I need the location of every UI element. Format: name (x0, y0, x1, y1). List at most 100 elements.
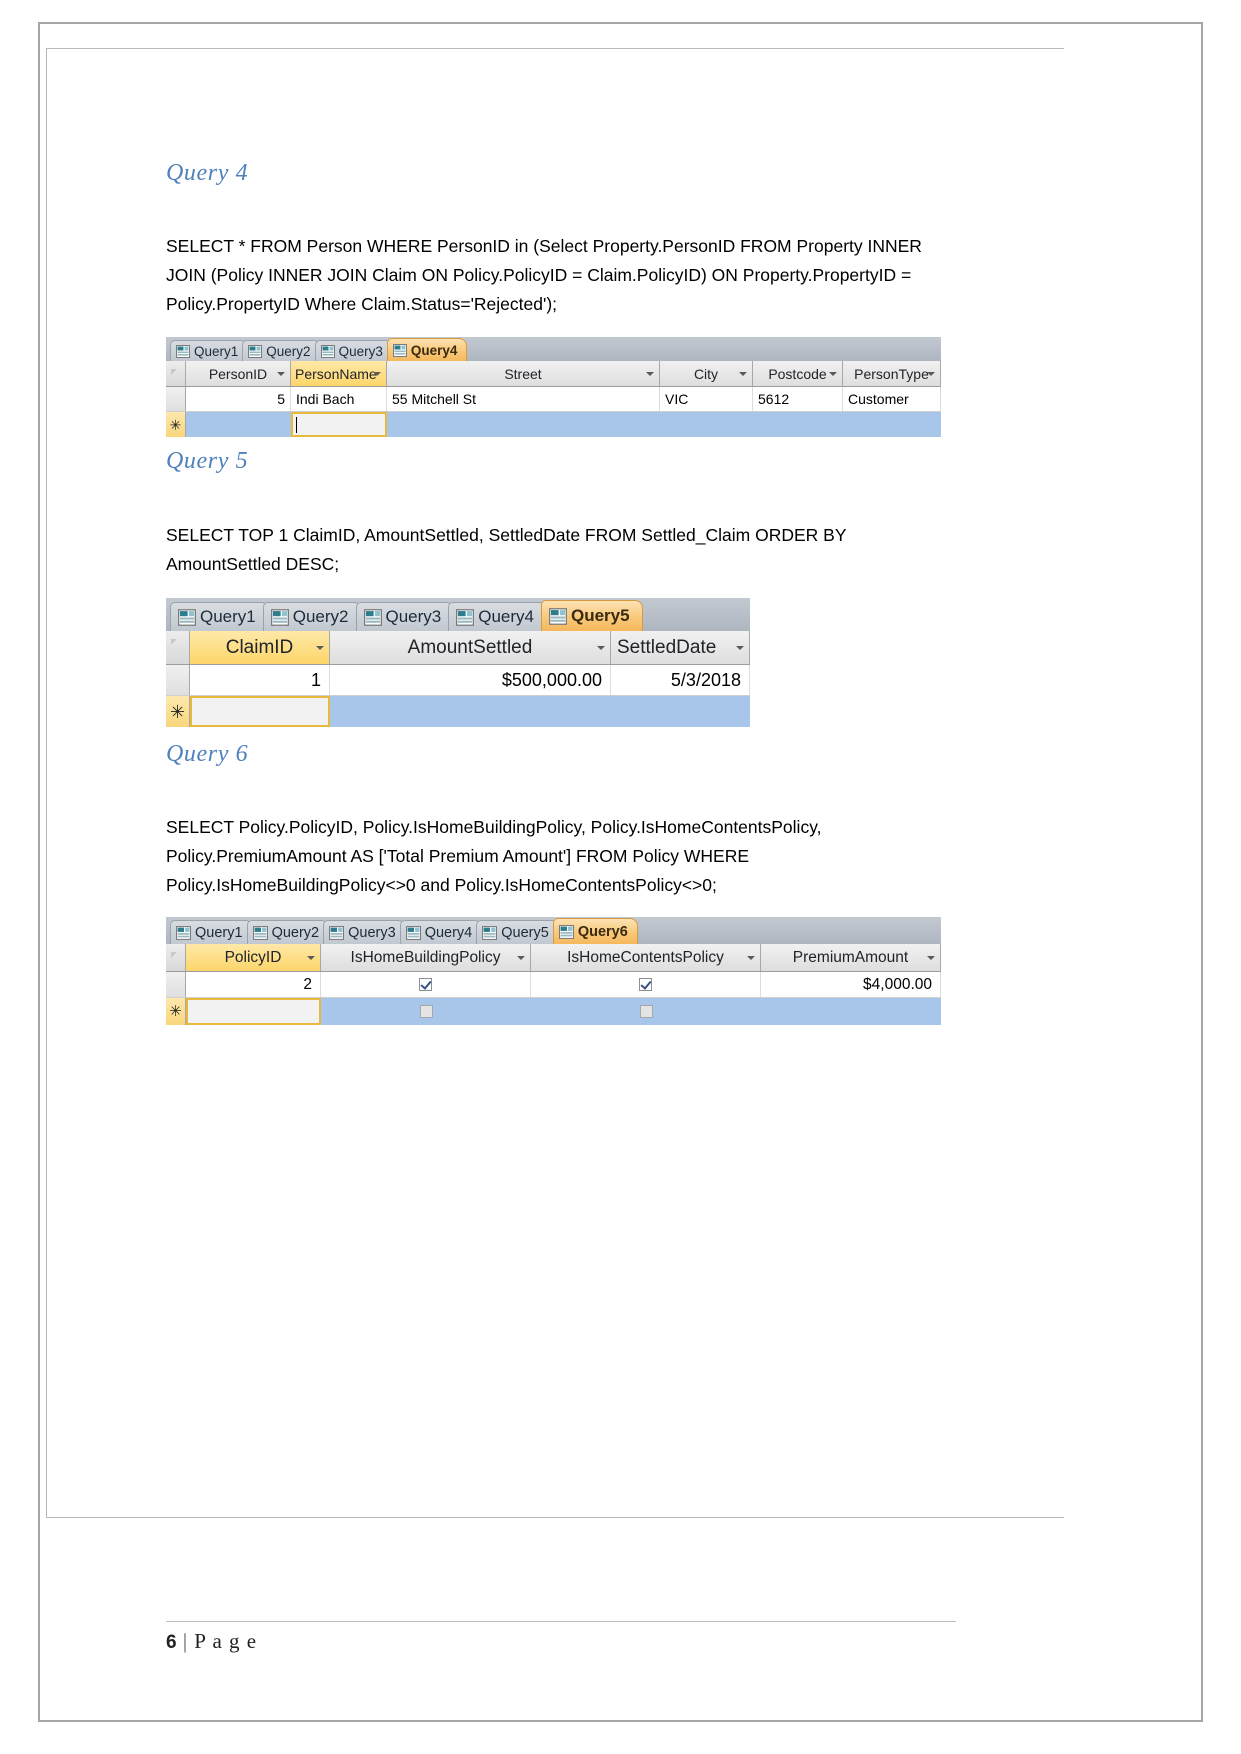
cell-claimid[interactable]: 1 (190, 665, 330, 695)
chevron-down-icon[interactable] (747, 955, 755, 960)
footer-divider (166, 1621, 956, 1622)
tab-query6[interactable]: Query6 (552, 918, 638, 944)
tab-query4[interactable]: Query4 (448, 602, 547, 631)
column-header-premiumamount[interactable]: PremiumAmount (761, 944, 941, 971)
column-header-personname[interactable]: PersonName (291, 361, 387, 386)
cell-ishomecontentspolicy[interactable] (531, 972, 761, 997)
tab-query1[interactable]: Query1 (170, 602, 269, 631)
checkbox-unchecked-icon[interactable] (419, 1005, 433, 1018)
new-cell-persontype[interactable] (843, 412, 941, 437)
query4-header-row: PersonID PersonName Street City Postcode… (166, 361, 941, 387)
select-all-corner[interactable] (166, 361, 186, 386)
chevron-down-icon[interactable] (927, 371, 935, 376)
tab-query1[interactable]: Query1 (170, 340, 249, 361)
select-all-corner[interactable] (166, 944, 186, 971)
new-record-row[interactable]: ✳ (166, 412, 941, 437)
column-label: IsHomeContentsPolicy (567, 948, 724, 966)
tab-query2[interactable]: Query2 (262, 602, 362, 631)
tab-query5[interactable]: Query5 (476, 920, 559, 944)
column-header-policyid[interactable]: PolicyID (186, 944, 321, 971)
tab-label: Query5 (501, 924, 549, 941)
new-cell-settleddate[interactable] (611, 696, 750, 727)
chevron-down-icon[interactable] (597, 645, 605, 650)
tab-query3[interactable]: Query3 (355, 602, 455, 631)
chevron-down-icon[interactable] (517, 955, 525, 960)
chevron-down-icon[interactable] (646, 371, 654, 376)
new-cell-personname[interactable] (291, 412, 387, 437)
cell-personid[interactable]: 5 (186, 387, 291, 411)
row-selector[interactable] (166, 972, 186, 997)
column-label: ClaimID (225, 636, 294, 658)
cell-policyid[interactable]: 2 (186, 972, 321, 997)
column-header-ishomecontentspolicy[interactable]: IsHomeContentsPolicy (531, 944, 761, 971)
cell-persontype[interactable]: Customer (843, 387, 941, 411)
table-row[interactable]: 1 $500,000.00 5/3/2018 (166, 665, 750, 696)
new-cell-ishomebuildingpolicy[interactable] (321, 998, 531, 1025)
tab-query4[interactable]: Query4 (386, 338, 468, 361)
table-row[interactable]: 2 $4,000.00 (166, 972, 941, 998)
column-header-persontype[interactable]: PersonType (843, 361, 941, 386)
cell-city[interactable]: VIC (660, 387, 753, 411)
select-all-corner[interactable] (166, 631, 190, 664)
chevron-down-icon[interactable] (307, 955, 315, 960)
chevron-down-icon[interactable] (739, 371, 747, 376)
checkbox-unchecked-icon[interactable] (639, 1005, 653, 1018)
query-object-icon (392, 343, 407, 357)
chevron-down-icon[interactable] (829, 371, 837, 376)
cell-settleddate[interactable]: 5/3/2018 (611, 665, 750, 695)
column-header-city[interactable]: City (660, 361, 753, 386)
query5-tabbar: Query1 Query2 Query3 Query4 Query5 (166, 598, 750, 631)
tab-query3[interactable]: Query3 (323, 920, 406, 944)
new-cell-personid[interactable] (186, 412, 291, 437)
tab-label: Query2 (292, 607, 349, 626)
column-header-personid[interactable]: PersonID (186, 361, 291, 386)
row-selector[interactable] (166, 665, 190, 695)
row-selector[interactable] (166, 387, 186, 411)
column-header-settleddate[interactable]: SettledDate (611, 631, 750, 664)
chevron-down-icon[interactable] (736, 645, 744, 650)
new-cell-amountsettled[interactable] (330, 696, 611, 727)
tab-query3[interactable]: Query3 (314, 340, 393, 361)
chevron-down-icon[interactable] (373, 371, 381, 376)
column-header-postcode[interactable]: Postcode (753, 361, 843, 386)
tab-query2[interactable]: Query2 (242, 340, 321, 361)
cell-postcode[interactable]: 5612 (753, 387, 843, 411)
chevron-down-icon[interactable] (277, 371, 285, 376)
new-record-marker[interactable]: ✳ (166, 696, 190, 727)
checkbox-checked-icon[interactable] (419, 978, 432, 991)
query-object-icon (329, 925, 345, 940)
query-object-icon (270, 608, 289, 626)
new-cell-postcode[interactable] (753, 412, 843, 437)
cell-street[interactable]: 55 Mitchell St (387, 387, 660, 411)
cell-premiumamount[interactable]: $4,000.00 (761, 972, 941, 997)
new-record-row[interactable]: ✳ (166, 696, 750, 727)
new-record-row[interactable]: ✳ (166, 998, 941, 1025)
column-header-amountsettled[interactable]: AmountSettled (330, 631, 611, 664)
datasheet-query4: Query1 Query2 Query3 Query4 PersonID Per… (166, 337, 941, 437)
tab-query4[interactable]: Query4 (399, 920, 483, 944)
query5-sql-text: SELECT TOP 1 ClaimID, AmountSettled, Set… (166, 525, 847, 574)
tab-query5[interactable]: Query5 (541, 600, 643, 631)
new-record-marker[interactable]: ✳ (166, 412, 186, 437)
tab-query1[interactable]: Query1 (170, 920, 253, 944)
cell-amountsettled[interactable]: $500,000.00 (330, 665, 611, 695)
new-record-marker[interactable]: ✳ (166, 998, 186, 1025)
table-row[interactable]: 5 Indi Bach 55 Mitchell St VIC 5612 Cust… (166, 387, 941, 412)
new-cell-street[interactable] (387, 412, 660, 437)
new-cell-premiumamount[interactable] (761, 998, 941, 1025)
chevron-down-icon[interactable] (927, 955, 935, 960)
new-cell-city[interactable] (660, 412, 753, 437)
new-cell-policyid[interactable] (186, 998, 321, 1025)
tabbar-empty-space (461, 337, 941, 361)
column-header-claimid[interactable]: ClaimID (190, 631, 330, 664)
column-label: AmountSettled (407, 636, 533, 658)
tab-query2[interactable]: Query2 (246, 920, 330, 944)
cell-personname[interactable]: Indi Bach (291, 387, 387, 411)
new-cell-ishomecontentspolicy[interactable] (531, 998, 761, 1025)
cell-ishomebuildingpolicy[interactable] (321, 972, 531, 997)
column-header-ishomebuildingpolicy[interactable]: IsHomeBuildingPolicy (321, 944, 531, 971)
checkbox-checked-icon[interactable] (639, 978, 652, 991)
column-header-street[interactable]: Street (387, 361, 660, 386)
chevron-down-icon[interactable] (316, 645, 324, 650)
new-cell-claimid[interactable] (190, 696, 330, 727)
